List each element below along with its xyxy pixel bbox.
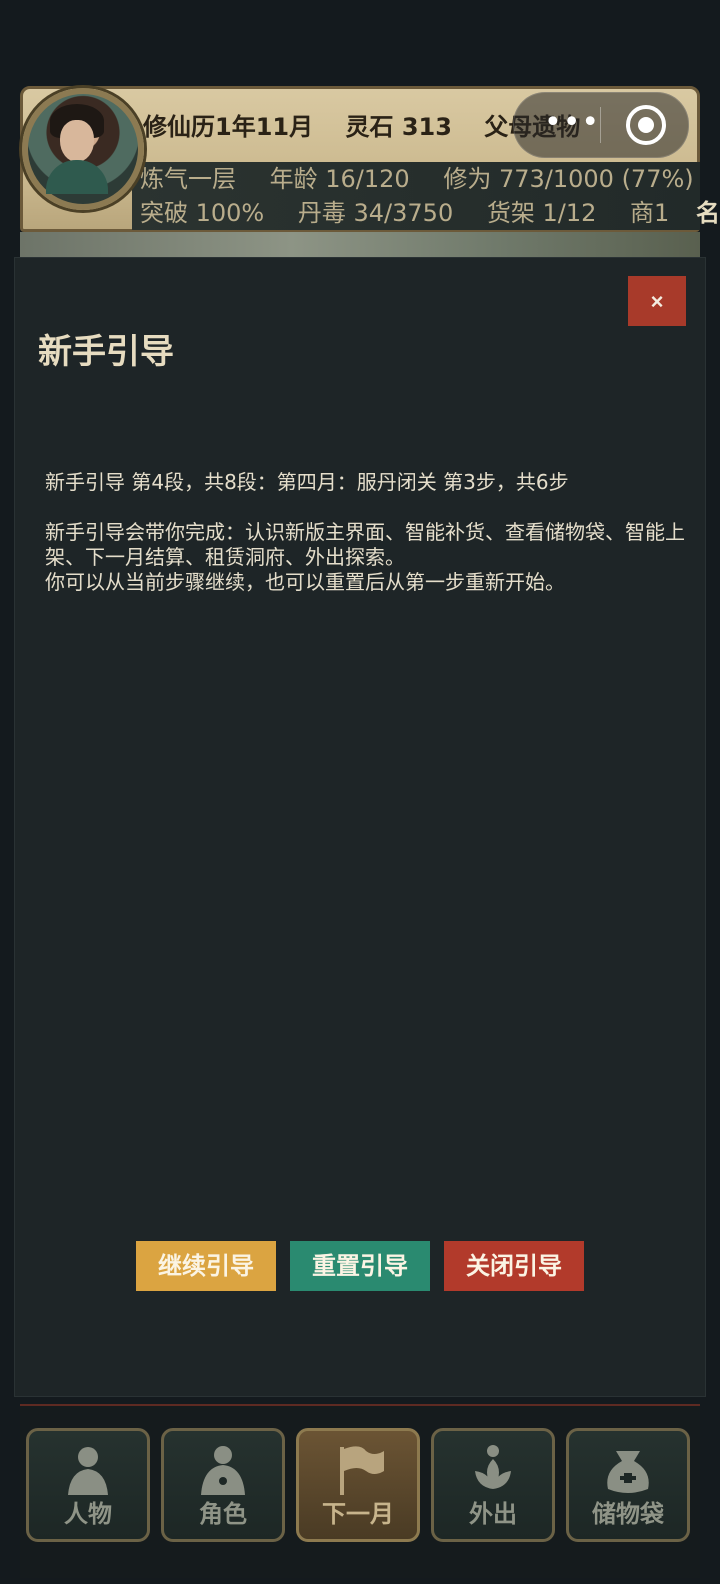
bottom-nav: 人物 角色 下一月 外出 储物袋 — [20, 1404, 700, 1578]
calendar-date: 修仙历1年11月 — [143, 113, 314, 141]
flag-icon — [330, 1441, 386, 1497]
stats-row-2: 突破 100% 丹毒 34/3750 货架 1/12 商1 — [132, 196, 700, 230]
miniprogram-capsule: ••• — [513, 92, 689, 158]
pill-toxicity-label: 丹毒 34/3750 — [297, 199, 454, 227]
nav-label-character: 角色 — [199, 1500, 247, 1528]
guide-progress-text: 新手引导 第4段，共8段：第四月：服丹闭关 第3步，共6步 — [45, 470, 569, 494]
close-guide-button[interactable]: 关闭引导 — [444, 1241, 584, 1291]
continue-guide-button[interactable]: 继续引导 — [136, 1241, 276, 1291]
more-dots-icon[interactable]: ••• — [544, 108, 600, 138]
nav-item-storage-bag[interactable]: 储物袋 — [566, 1428, 690, 1542]
merchant-label: 商1 — [630, 199, 670, 227]
cultivation-label: 修为 773/1000 (77%) — [443, 165, 694, 193]
nav-label-person: 人物 — [64, 1500, 112, 1528]
person-icon — [60, 1441, 116, 1497]
nav-label-storage-bag: 储物袋 — [592, 1500, 664, 1528]
guide-hint-text: 你可以从当前步骤继续，也可以重置后从第一步重新开始。 — [45, 570, 565, 594]
nav-item-next-month[interactable]: 下一月 — [296, 1428, 420, 1542]
modal-action-buttons: 继续引导 重置引导 关闭引导 — [136, 1241, 584, 1291]
modal-close-button[interactable]: × — [628, 276, 686, 326]
target-icon[interactable] — [626, 105, 666, 145]
modal-title: 新手引导 — [38, 332, 174, 372]
modal-body: 新手引导 第4段，共8段：第四月：服丹闭关 第3步，共6步 新手引导会带你完成：… — [45, 470, 685, 595]
capsule-divider — [600, 107, 601, 143]
bag-icon — [600, 1441, 656, 1497]
guide-description-text: 新手引导会带你完成：认识新版主界面、智能补货、查看储物袋、智能上架、下一月结算、… — [45, 520, 685, 569]
avatar-robe — [46, 160, 108, 194]
avatar[interactable] — [22, 88, 144, 210]
guide-modal: 新手引导 × 新手引导 第4段，共8段：第四月：服丹闭关 第3步，共6步 新手引… — [15, 258, 705, 1396]
nav-item-character[interactable]: 角色 — [161, 1428, 285, 1542]
avatar-face — [60, 120, 94, 162]
character-icon — [195, 1441, 251, 1497]
spirit-stone-count: 灵石 313 — [345, 113, 452, 141]
shelf-label: 货架 1/12 — [486, 199, 597, 227]
nav-item-person[interactable]: 人物 — [26, 1428, 150, 1542]
background-scenery — [20, 232, 700, 260]
lotus-icon — [465, 1441, 521, 1497]
breakthrough-label: 突破 100% — [140, 199, 265, 227]
nav-item-go-out[interactable]: 外出 — [431, 1428, 555, 1542]
reset-guide-button[interactable]: 重置引导 — [290, 1241, 430, 1291]
nav-label-next-month: 下一月 — [322, 1500, 394, 1528]
app-screen: 修仙历1年11月 灵石 313 父母遗物 炼气一层 年龄 16/120 修为 7… — [0, 0, 720, 1584]
nav-label-go-out: 外出 — [469, 1500, 517, 1528]
realm-label: 炼气一层 — [140, 165, 236, 193]
stats-row-1: 炼气一层 年龄 16/120 修为 773/1000 (77%) — [132, 162, 700, 196]
age-label: 年龄 16/120 — [269, 165, 410, 193]
overflow-char: 名 — [696, 199, 720, 227]
